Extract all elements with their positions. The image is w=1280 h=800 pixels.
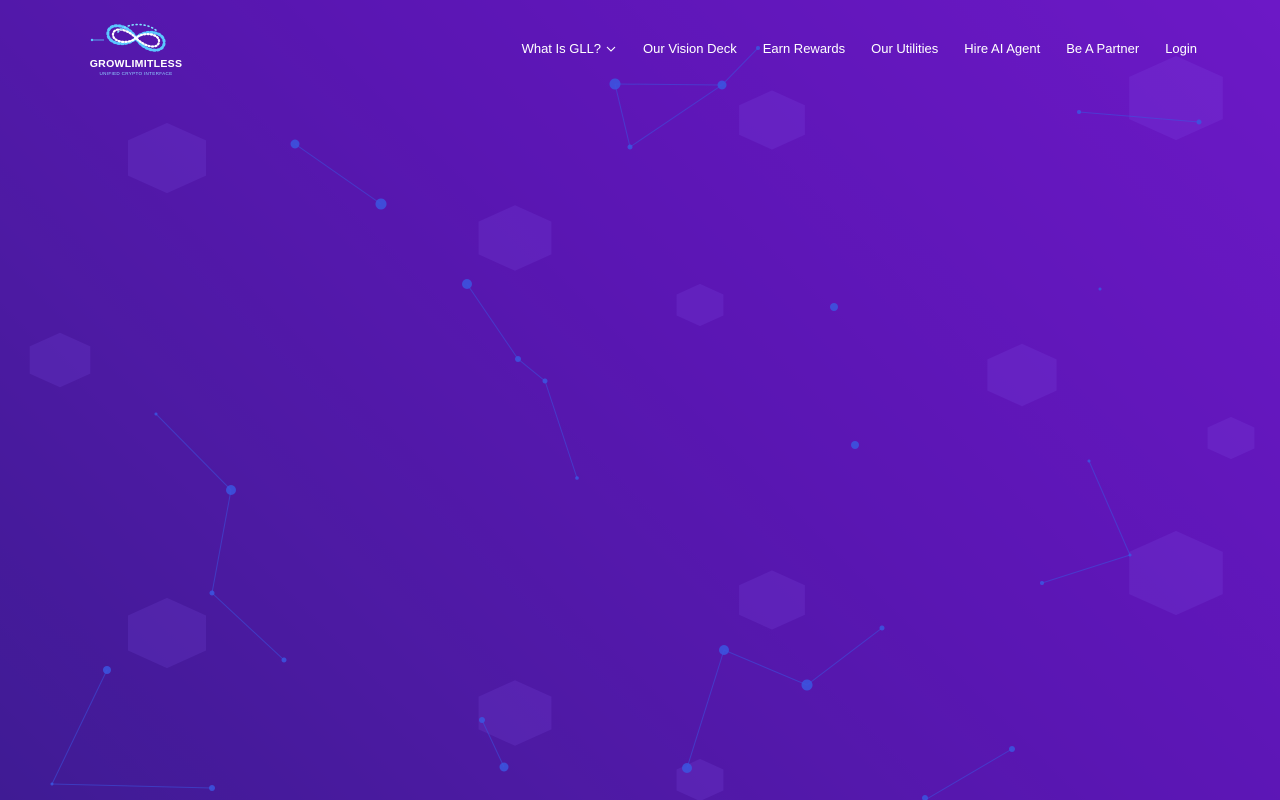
network-link <box>51 783 213 789</box>
network-link <box>211 489 232 594</box>
network-node <box>1040 581 1044 585</box>
network-node <box>281 657 287 663</box>
network-link <box>924 748 1013 800</box>
network-node <box>1087 459 1091 463</box>
nav-be-a-partner[interactable]: Be A Partner <box>1066 38 1139 60</box>
network-node <box>462 279 472 289</box>
network-node <box>479 717 485 723</box>
network-node <box>209 785 215 791</box>
network-node <box>1196 119 1202 125</box>
nav-label: Our Vision Deck <box>643 41 737 56</box>
network-link <box>806 627 883 686</box>
main-nav: What Is GLL? Our Vision Deck Earn Reward… <box>522 38 1197 60</box>
network-link <box>466 283 519 360</box>
site-header: GROWLIMITLESS UNIFIED CRYPTO INTERFACE W… <box>0 0 1280 96</box>
network-node <box>801 679 813 691</box>
nav-earn-rewards[interactable]: Earn Rewards <box>763 38 845 60</box>
hexagon-decoration <box>739 90 805 150</box>
hexagon-decoration <box>128 122 206 194</box>
hexagon-decoration <box>987 343 1057 407</box>
network-link <box>1041 554 1131 584</box>
nav-label: Hire AI Agent <box>964 41 1041 56</box>
network-link <box>723 649 808 686</box>
network-node <box>1128 553 1132 557</box>
network-node <box>879 625 885 631</box>
brand-name: GROWLIMITLESS <box>89 58 183 70</box>
chevron-down-icon <box>606 46 616 52</box>
network-node <box>542 378 548 384</box>
network-node <box>515 356 521 362</box>
nav-login[interactable]: Login <box>1165 38 1197 60</box>
hexagon-decoration <box>29 332 91 388</box>
network-node <box>830 303 838 311</box>
nav-label: Our Utilities <box>871 41 939 56</box>
network-node <box>1009 746 1015 752</box>
nav-what-is-gll[interactable]: What Is GLL? <box>522 38 617 60</box>
network-node <box>922 795 928 800</box>
network-node <box>50 782 54 786</box>
network-node <box>719 645 729 655</box>
brand-tagline: UNIFIED CRYPTO INTERFACE <box>99 71 173 76</box>
network-node <box>499 762 509 772</box>
network-link <box>155 413 232 491</box>
hexagon-decoration <box>739 570 805 630</box>
nav-label: Login <box>1165 41 1197 56</box>
infinity-logo-icon <box>90 23 166 52</box>
hexagon-decoration <box>1129 530 1223 616</box>
hexagon-decoration <box>478 205 552 271</box>
network-link <box>51 669 108 785</box>
network-node <box>1077 110 1081 114</box>
network-node <box>103 666 111 674</box>
hexagon-decoration <box>1207 416 1255 460</box>
brand-logo[interactable]: GROWLIMITLESS UNIFIED CRYPTO INTERFACE <box>86 18 186 80</box>
network-node <box>209 590 215 596</box>
nav-our-vision-deck[interactable]: Our Vision Deck <box>643 38 737 60</box>
network-link <box>544 380 578 479</box>
network-link <box>686 649 725 769</box>
network-node <box>226 485 236 495</box>
network-node <box>575 476 579 480</box>
network-node <box>154 412 158 416</box>
hexagon-decoration <box>676 283 724 327</box>
network-link <box>211 592 285 661</box>
network-node <box>1098 287 1102 291</box>
network-node <box>290 139 300 149</box>
network-link <box>517 358 546 382</box>
network-link <box>294 143 382 205</box>
nav-label: Earn Rewards <box>762 41 846 56</box>
nav-hire-ai-agent[interactable]: Hire AI Agent <box>964 38 1040 60</box>
network-background <box>29 46 1255 800</box>
hexagon-decoration <box>128 597 206 669</box>
nav-our-utilities[interactable]: Our Utilities <box>871 38 938 60</box>
network-node <box>627 144 633 150</box>
network-node <box>682 763 692 773</box>
nav-label: Be A Partner <box>1066 41 1140 56</box>
network-node <box>851 441 859 449</box>
nav-label: What Is GLL? <box>521 41 602 56</box>
network-link <box>1088 460 1131 556</box>
landing-page: GROWLIMITLESS UNIFIED CRYPTO INTERFACE W… <box>0 0 1280 800</box>
network-node <box>375 198 387 210</box>
